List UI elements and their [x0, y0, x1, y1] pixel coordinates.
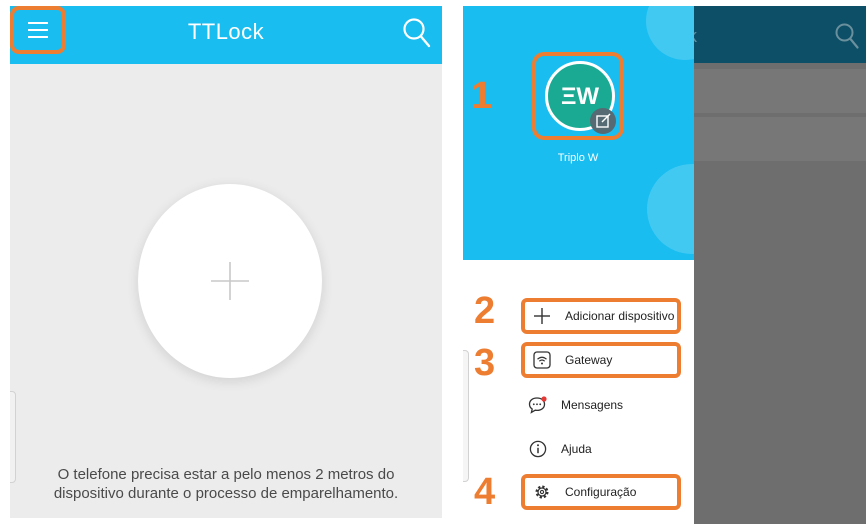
- gear-icon: [531, 481, 553, 503]
- app-title: TTLock: [187, 19, 265, 44]
- menu-item-label: Mensagens: [561, 398, 624, 412]
- pairing-hint-line-2: dispositivo durante o processo de empare…: [53, 485, 399, 502]
- search-button[interactable]: [402, 17, 432, 49]
- step-number-3: 3: [474, 342, 496, 384]
- navigation-drawer: ΞW Triplo W 1 2 Adicionar dispositivo 3 …: [463, 6, 694, 524]
- info-icon: [527, 438, 549, 460]
- dimmed-list-row: [694, 69, 866, 113]
- dimmed-search-button: [834, 22, 860, 50]
- plus-icon: [531, 305, 553, 327]
- pairing-hint-line-1: O telefone precisa estar a pelo menos 2 …: [57, 466, 395, 483]
- step-number-2: 2: [474, 290, 496, 332]
- menu-item-label: Configuração: [565, 485, 637, 499]
- menu-item-messages[interactable]: Mensagens: [521, 387, 681, 423]
- menu-item-add-device[interactable]: Adicionar dispositivo: [521, 298, 681, 334]
- side-card-edge: [463, 350, 469, 482]
- menu-item-gateway[interactable]: Gateway: [521, 342, 681, 378]
- user-name: Triplo W: [557, 152, 599, 164]
- menu-item-label: Gateway: [565, 353, 613, 367]
- pairing-hint: O telefone precisa estar a pelo menos 2 …: [10, 465, 442, 503]
- drawer-scrim[interactable]: k: [688, 6, 866, 524]
- chat-bubble-icon: [527, 394, 549, 416]
- plus-icon: [211, 262, 249, 300]
- menu-item-label: Ajuda: [561, 442, 592, 456]
- edit-avatar-button[interactable]: [590, 108, 616, 134]
- step-number-1: 1: [471, 75, 493, 117]
- search-icon: [403, 18, 431, 48]
- decorative-circle: [647, 164, 694, 254]
- home-screen: TTLock O telefone precisa estar a pelo m…: [10, 6, 442, 518]
- dimmed-list-row: [694, 117, 866, 161]
- tutorial-composite: TTLock O telefone precisa estar a pelo m…: [0, 0, 866, 524]
- drawer-header: ΞW Triplo W: [463, 6, 694, 260]
- menu-item-label: Adicionar dispositivo: [565, 309, 675, 323]
- decorative-circle: [646, 6, 694, 60]
- app-bar: TTLock: [10, 6, 442, 64]
- search-icon: [835, 23, 859, 49]
- dimmed-app-bar: k: [688, 6, 866, 63]
- wifi-icon: [531, 349, 553, 371]
- step-number-4: 4: [474, 471, 496, 513]
- avatar-highlight: ΞW: [532, 52, 624, 140]
- menu-item-settings[interactable]: Configuração: [521, 474, 681, 510]
- menu-item-help[interactable]: Ajuda: [521, 431, 681, 467]
- edit-icon: [596, 113, 611, 128]
- drawer-screen: k ΞW: [463, 6, 866, 524]
- add-lock-button[interactable]: [138, 184, 322, 378]
- avatar-logo-text: ΞW: [561, 83, 599, 110]
